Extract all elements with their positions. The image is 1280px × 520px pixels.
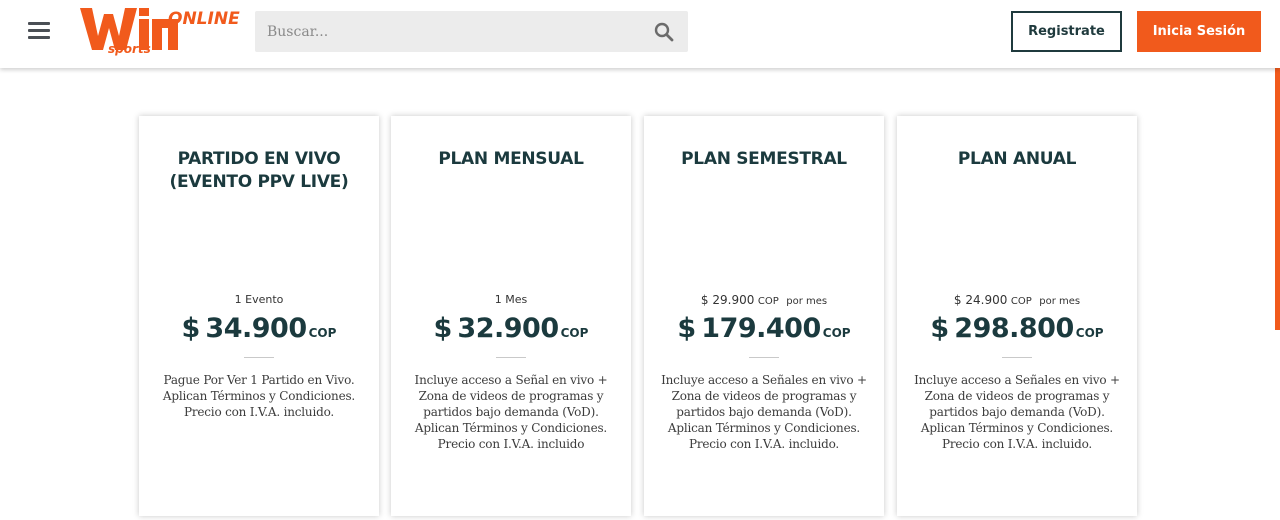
plan-period: 1 Evento [234, 293, 284, 306]
plan-price: $ 179.400 COP [677, 313, 851, 344]
plan-card-ppv[interactable]: PARTIDO EN VIVO (EVENTO PPV LIVE) 1 Even… [139, 116, 379, 516]
svg-text:sports: sports [108, 42, 151, 56]
search-icon[interactable] [654, 22, 674, 42]
plan-card-semestral[interactable]: PLAN SEMESTRAL $ 29.900 COP por mes $ 17… [644, 116, 884, 516]
plan-title: PARTIDO EN VIVO (EVENTO PPV LIVE) [169, 149, 349, 192]
plan-title: PLAN SEMESTRAL [681, 149, 847, 169]
login-button[interactable]: Inicia Sesión [1137, 11, 1261, 52]
plan-card-anual[interactable]: PLAN ANUAL $ 24.900 COP por mes $ 298.80… [897, 116, 1137, 516]
plan-monthly-price: $ 29.900 COP por mes [700, 293, 828, 307]
search-bar [255, 11, 688, 52]
plan-description: Incluye acceso a Señales en vivo + Zona … [661, 373, 867, 451]
top-header: sports ONLINE Registrate Inicia Sesión [0, 0, 1280, 68]
search-input[interactable] [255, 11, 688, 52]
plan-description: Incluye acceso a Señales en vivo + Zona … [914, 373, 1120, 451]
scrollbar[interactable] [1275, 68, 1280, 330]
plan-monthly-price: $ 24.900 COP por mes [953, 293, 1081, 307]
divider [1002, 357, 1032, 358]
plan-period: 1 Mes [494, 293, 528, 306]
plan-price: $ 298.800 COP [930, 313, 1104, 344]
register-button[interactable]: Registrate [1011, 11, 1122, 52]
plan-description: Pague Por Ver 1 Partido en Vivo. Aplican… [162, 373, 356, 419]
plan-card-mensual[interactable]: PLAN MENSUAL 1 Mes $ 32.900 COP Incluye a… [391, 116, 631, 516]
divider [496, 357, 526, 358]
plan-title: PLAN MENSUAL [438, 149, 584, 169]
plan-title: PLAN ANUAL [957, 149, 1077, 169]
plan-description: Incluye acceso a Señal en vivo + Zona de… [414, 373, 608, 451]
svg-text:ONLINE: ONLINE [168, 9, 240, 29]
win-sports-online-logo[interactable]: sports ONLINE [80, 4, 245, 62]
plan-price: $ 32.900 COP [433, 313, 589, 344]
divider [749, 357, 779, 358]
menu-icon[interactable] [28, 22, 50, 40]
divider [244, 357, 274, 358]
plan-price: $ 34.900 COP [181, 313, 337, 344]
